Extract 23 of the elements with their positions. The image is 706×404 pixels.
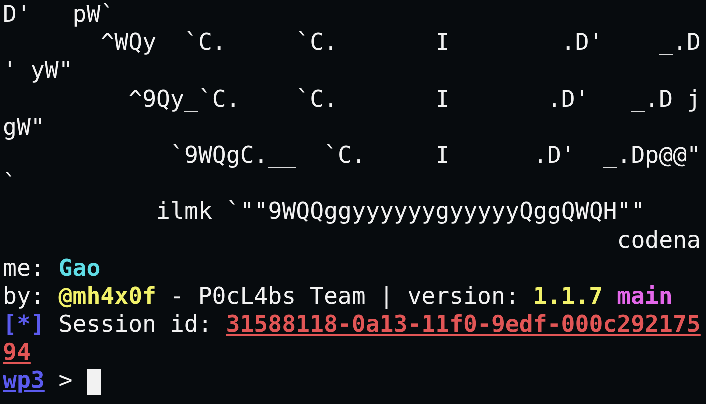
text-cursor <box>86 368 101 395</box>
ascii-art-line: ^9Qy_`C. `C. I .D' _.D j <box>128 86 702 114</box>
ascii-art-line: ` <box>3 170 17 198</box>
ascii-art-line: codena <box>616 226 702 255</box>
highlighted-text: 1.1.7 <box>533 282 604 312</box>
ascii-art-line: `9WQgC.__ `C. I .D' _.Dp@@" <box>170 142 702 170</box>
ascii-art-line: ilmk `""9WQQggyyyyyygyyyyyQggQWQH"" <box>156 198 646 227</box>
ascii-art-line: D' pW` <box>3 1 115 30</box>
prompt-symbol: > <box>58 367 73 396</box>
ascii-art-line: ' yW" <box>3 57 73 86</box>
terminal-text: - P0cL4bs Team | version: <box>170 282 520 312</box>
session-id: 31588118-0a13-11f0-9edf-000c292175 <box>226 311 701 340</box>
codename-value: Gao <box>58 254 101 283</box>
terminal-text: me: <box>3 254 45 283</box>
terminal-text: Session id: <box>58 311 212 340</box>
ascii-art-line: ^WQy `C. `C. I .D' _.D <box>100 29 702 58</box>
prompt-context: wp3 <box>3 367 45 396</box>
ascii-art-line: gW" <box>3 114 45 142</box>
branch-label: main <box>617 282 673 312</box>
terminal-text: by: <box>3 282 45 312</box>
highlighted-text: @mh4x0f <box>58 282 157 312</box>
session-id: 94 <box>3 339 31 368</box>
status-marker: [*] <box>3 311 45 340</box>
